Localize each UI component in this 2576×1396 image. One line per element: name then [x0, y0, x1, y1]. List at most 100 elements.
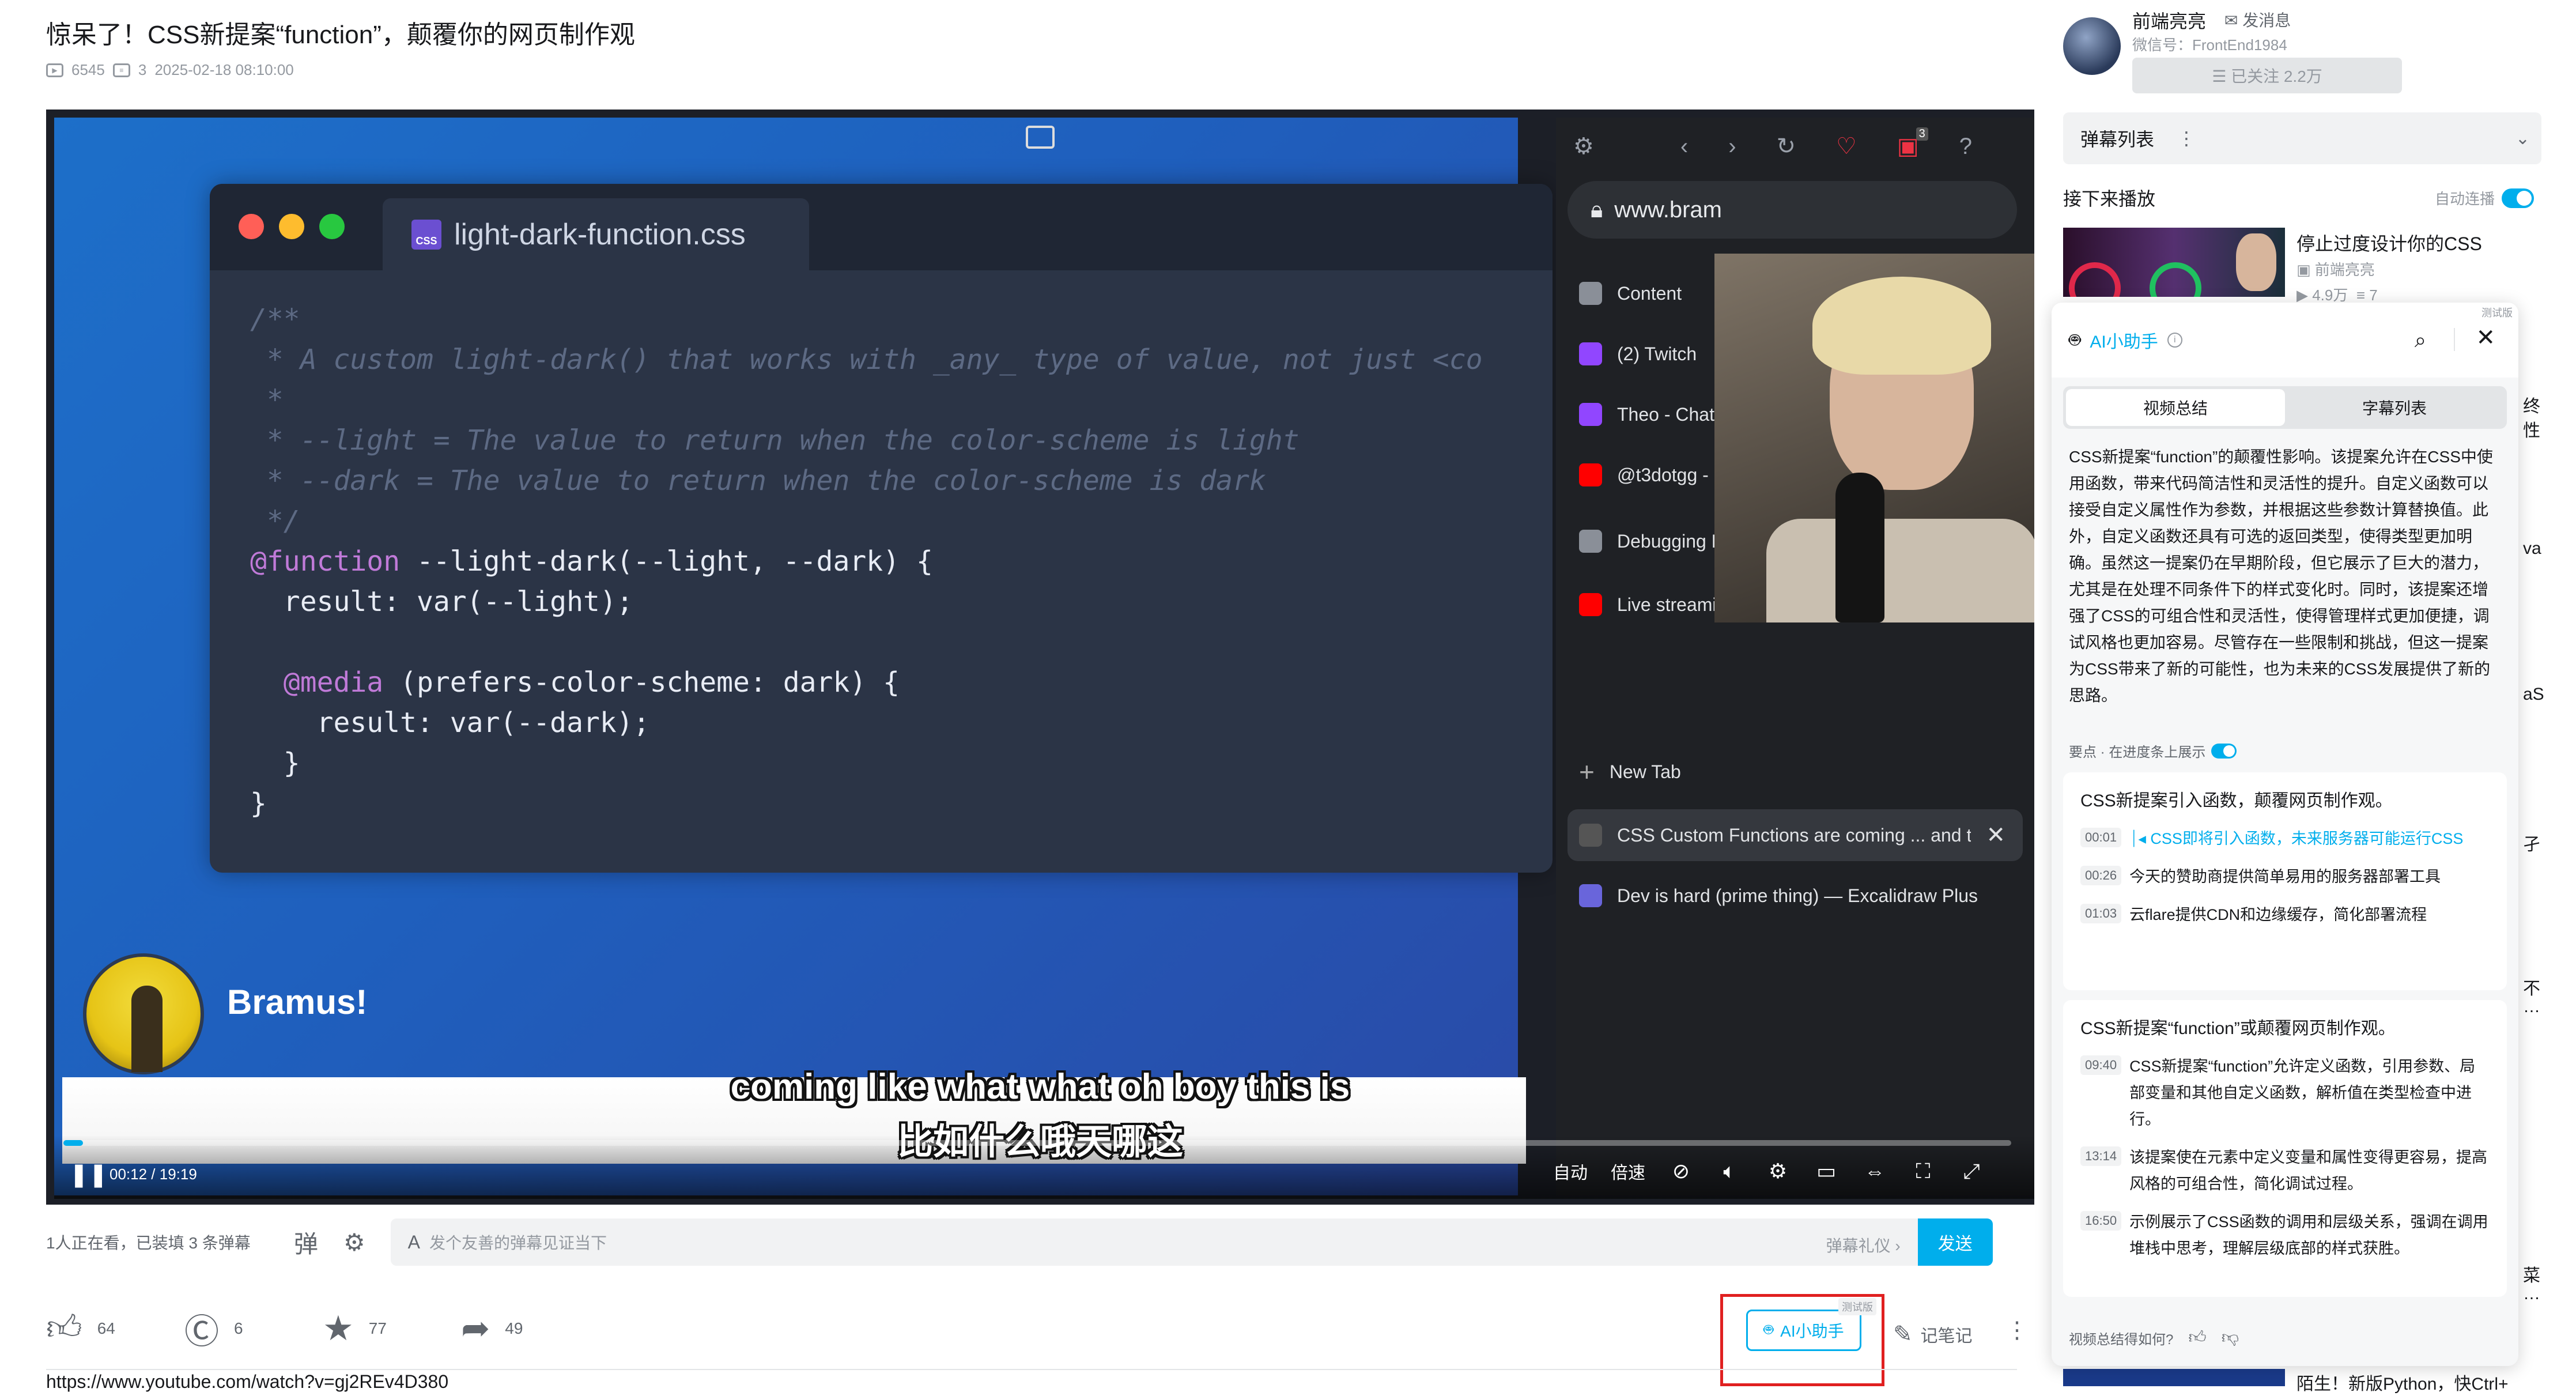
keypoint-timestamp[interactable]: 16:50 — [2080, 1211, 2122, 1231]
keypoint-timestamp[interactable]: 13:14 — [2080, 1146, 2122, 1166]
send-button[interactable]: 发送 — [1917, 1218, 1993, 1266]
follow-button[interactable]: ☰ 已关注 2.2万 — [2132, 58, 2402, 93]
comment-count: 3 — [138, 61, 147, 78]
uploader-avatar[interactable] — [2063, 17, 2121, 75]
keypoint-section: CSS新提案引入函数，颠覆网页制作观。 00:01 ⏐◂ CSS即将引入函数，未… — [2063, 772, 2507, 990]
toggle-switch[interactable] — [2211, 743, 2237, 759]
coin-count: 6 — [234, 1319, 243, 1337]
keypoint-text-content: CSS即将引入函数，未来服务器可能运行CSS — [2150, 830, 2464, 847]
pocket-icon: ♡ — [1836, 134, 1857, 159]
keypoints-toggle[interactable]: 要点 · 在进度条上展示 — [2069, 741, 2237, 761]
chevron-down-icon[interactable]: ⌄ — [2515, 129, 2530, 149]
danmaku-settings-icon[interactable]: ⚙ — [343, 1228, 365, 1257]
fullscreen-icon[interactable]: ⤢ — [1959, 1159, 1984, 1183]
video-player[interactable]: CSS light-dark-function.css /** * A cust… — [46, 110, 2034, 1205]
star-icon: ★ — [323, 1309, 354, 1348]
danmaku-toggle-icon[interactable]: 弹 — [294, 1225, 318, 1260]
keypoint-item[interactable]: 16:50 示例展示了CSS函数的调用和层级关系，强调在调用堆栈中思考，理解层级… — [2080, 1209, 2490, 1262]
coin-button[interactable]: Ⓒ 6 — [184, 1304, 323, 1354]
tab-label: Theo - Chat — [1617, 403, 1714, 425]
code-line: result: var(--light); — [250, 586, 633, 618]
danmaku-input[interactable]: A 发个友善的弹幕见证当下 弹幕礼仪 › 发送 — [390, 1218, 1993, 1266]
recommend-thumbnail[interactable] — [2063, 228, 2285, 297]
tab-video-summary[interactable]: 视频总结 — [2066, 389, 2285, 426]
keypoint-timestamp[interactable]: 01:03 — [2080, 904, 2122, 923]
like-button[interactable]: 👍︎ 64 — [46, 1308, 184, 1349]
note-button[interactable]: ✎ 记笔记 — [1893, 1321, 1973, 1348]
more-icon[interactable]: ⋮ — [2005, 1317, 2029, 1344]
keypoint-item[interactable]: 09:40 CSS新提案“function”允许定义函数，引用参数、局部变量和其… — [2080, 1053, 2490, 1133]
tab-favicon-icon — [1579, 342, 1602, 365]
widescreen-icon[interactable]: ⇔ — [1862, 1159, 1887, 1183]
pause-button[interactable]: ❚❚ — [69, 1161, 108, 1188]
player-controls: 自动 倍速 ⊘ 🔈︎ ⚙ ▭ ⇔ ⛶ ⤢ — [1553, 1159, 1984, 1184]
code-line: } — [250, 747, 300, 779]
danmaku-off-icon[interactable]: ⊘ — [1668, 1159, 1694, 1183]
share-button[interactable]: ➦ 49 — [461, 1308, 599, 1349]
progress-bar[interactable] — [63, 1140, 2011, 1146]
volume-icon[interactable]: 🔈︎ — [1717, 1159, 1742, 1183]
speed-button[interactable]: 倍速 — [1611, 1159, 1645, 1184]
keypoint-timestamp[interactable]: 00:26 — [2080, 866, 2122, 885]
recommend-title[interactable]: 陌生！新版Python，快Ctrl+ — [2297, 1369, 2509, 1395]
settings-icon[interactable]: ⚙ — [1765, 1159, 1791, 1183]
subtitle-english: coming like what what oh boy this is — [730, 1067, 1350, 1107]
autoplay-toggle[interactable]: 自动连播 — [2435, 187, 2535, 209]
extension-icon: ⚙ — [1573, 134, 1594, 159]
danmaku-style-icon[interactable]: A — [408, 1232, 420, 1253]
search-icon[interactable]: ⌕ — [2415, 328, 2426, 353]
danmaku-etiquette-link[interactable]: 弹幕礼仪 › — [1826, 1233, 1901, 1257]
keypoint-item[interactable]: 13:14 该提案使在元素中定义变量和属性变得更容易，提高风格的可组合性，简化调… — [2080, 1144, 2490, 1197]
thumbs-up-icon: 👍︎ — [46, 1308, 82, 1347]
back-icon: ‹ — [1680, 133, 1689, 159]
peek-text: … — [2523, 1284, 2540, 1303]
peek-text: … — [2523, 997, 2540, 1016]
progress-fill — [63, 1140, 83, 1146]
excalidraw-icon — [1579, 884, 1602, 907]
toggle-switch[interactable] — [2502, 188, 2535, 208]
browser-url: www.bram — [1614, 197, 1722, 222]
divider — [46, 1369, 2017, 1370]
ai-assistant-panel: 🤖︎ AI小助手 i ⌕ ✕ 测试版 视频总结 字幕列表 CSS新提案“func… — [2052, 303, 2518, 1366]
ai-assistant-button[interactable]: 🤖︎ AI小助手 — [1746, 1310, 1861, 1351]
danmaku-list-header[interactable]: 弹幕列表 ⋮ ⌄ — [2063, 112, 2541, 164]
keypoint-timestamp[interactable]: 00:01 — [2080, 828, 2122, 847]
thumbs-up-icon[interactable]: 👍︎ — [2188, 1327, 2206, 1348]
quality-button[interactable]: 自动 — [1553, 1159, 1588, 1184]
peek-text: 孑 — [2523, 835, 2540, 854]
webfullscreen-icon[interactable]: ⛶ — [1910, 1159, 1936, 1183]
keypoint-item[interactable]: 01:03 云flare提供CDN和边缘缓存，简化部署流程 — [2080, 901, 2490, 928]
keypoint-timestamp[interactable]: 09:40 — [2080, 1055, 2122, 1075]
tab-favicon-icon — [1579, 824, 1602, 847]
danmaku-row: 1人正在看，已装填 3 条弹幕 弹 ⚙ A 发个友善的弹幕见证当下 弹幕礼仪 ›… — [46, 1216, 2017, 1268]
info-icon[interactable]: i — [2167, 333, 2182, 348]
keypoint-item[interactable]: 00:01 ⏐◂ CSS即将引入函数，未来服务器可能运行CSS — [2080, 825, 2490, 852]
recommend-thumbnail[interactable] — [2063, 1369, 2285, 1386]
close-icon[interactable]: ✕ — [2476, 325, 2495, 351]
recommend-title[interactable]: 停止过度设计你的CSS — [2297, 229, 2482, 256]
active-tab-label: CSS Custom Functions are coming ... and … — [1617, 824, 1971, 846]
uploader-name[interactable]: 前端亮亮 — [2132, 7, 2206, 33]
favorite-button[interactable]: ★ 77 — [323, 1308, 461, 1349]
code-tab-title: light-dark-function.css — [454, 217, 746, 251]
tab-count-badge: 3 — [1916, 127, 1928, 141]
tab-count-icon: ▣ 3 — [1897, 127, 1928, 160]
keypoint-item[interactable]: 00:26 今天的赞助商提供简单易用的服务器部署工具 — [2080, 863, 2490, 890]
thumbs-down-icon[interactable]: 👎︎ — [2222, 1327, 2239, 1348]
peek-text: 终 — [2523, 397, 2540, 416]
tab-subtitle-list[interactable]: 字幕列表 — [2285, 389, 2504, 426]
browser-tab: Dev is hard (prime thing) — Excalidraw P… — [1567, 870, 2023, 922]
source-url[interactable]: https://www.youtube.com/watch?v=gj2REv4D… — [46, 1371, 448, 1393]
playing-icon: ⏐◂ — [2129, 830, 2151, 847]
picture-in-picture-icon[interactable] — [1026, 126, 1055, 149]
more-options-icon[interactable]: ⋮ — [2177, 127, 2196, 149]
maximize-dot-icon — [319, 214, 345, 239]
keypoints-label: 要点 · 在进度条上展示 — [2069, 745, 2206, 760]
beta-tag: 测试版 — [2481, 307, 2513, 319]
note-icon: ✎ — [1893, 1322, 1913, 1347]
keypoint-text: ⏐◂ CSS即将引入函数，未来服务器可能运行CSS — [2129, 825, 2463, 852]
send-message-link[interactable]: ✉ 发消息 — [2224, 8, 2291, 31]
mini-player-icon[interactable]: ▭ — [1814, 1159, 1839, 1183]
code-line: * --light = The value to return when the… — [250, 424, 1300, 456]
code-line: @media (prefers-color-scheme: dark) { — [283, 666, 900, 699]
